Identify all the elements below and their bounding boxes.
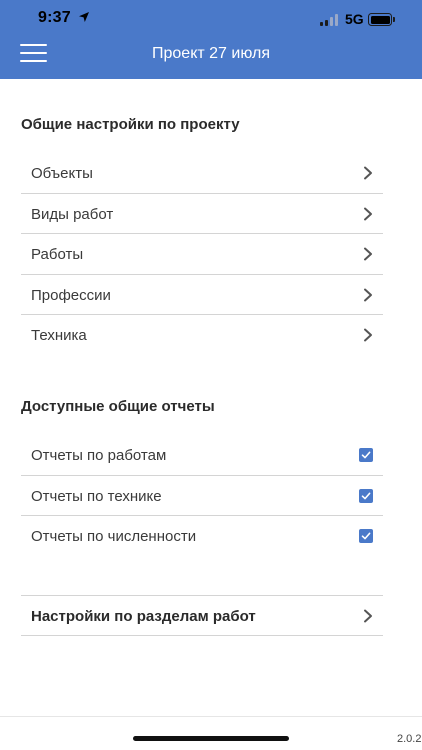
list-item-works[interactable]: Работы [21, 234, 383, 275]
list-item-objects[interactable]: Объекты [21, 153, 383, 194]
report-item-works[interactable]: Отчеты по работам [21, 435, 383, 476]
app-screen: 9:37 5G Проект 27 июля Общие настройки п… [0, 0, 422, 750]
page-title: Проект 27 июля [152, 45, 270, 62]
report-headcount-checkbox[interactable] [359, 529, 373, 543]
chevron-right-icon [364, 609, 372, 623]
general-settings-title: Общие настройки по проекту [21, 116, 240, 133]
list-item-label: Работы [31, 246, 84, 263]
report-equipment-checkbox[interactable] [359, 488, 373, 503]
general-settings-list: Объекты Виды работ Работы Профессии Техн… [21, 153, 383, 356]
nav-bar: Проект 27 июля [0, 34, 422, 79]
section-settings-item[interactable]: Настройки по разделам работ [21, 595, 383, 636]
section-settings-list: Настройки по разделам работ [21, 595, 383, 636]
list-item-label: Профессии [31, 286, 111, 304]
list-item-professions[interactable]: Профессии [21, 275, 383, 315]
app-version: 2.0.2 [397, 733, 422, 745]
list-item-label: Техника [31, 327, 87, 344]
network-type: 5G [345, 11, 364, 27]
list-item-work-types[interactable]: Виды работ [21, 194, 383, 234]
report-item-label: Отчеты по численности [31, 528, 197, 545]
section-settings-label: Настройки по разделам работ [31, 608, 256, 625]
checkmark-icon [361, 492, 371, 499]
list-item-equipment[interactable]: Техника [21, 315, 383, 356]
location-arrow-icon [79, 12, 89, 22]
chevron-right-icon [364, 328, 372, 342]
reports-title: Доступные общие отчеты [21, 398, 215, 415]
status-time: 9:37 [38, 9, 71, 26]
report-item-label: Отчеты по технике [31, 487, 162, 505]
report-works-checkbox[interactable] [359, 448, 373, 462]
battery-icon [368, 13, 396, 26]
checkmark-icon [361, 451, 371, 459]
status-bar: 9:37 5G [0, 0, 422, 34]
checkmark-icon [361, 532, 371, 540]
reports-list: Отчеты по работам Отчеты по технике Отче… [21, 435, 383, 557]
chevron-right-icon [364, 247, 372, 261]
header: 9:37 5G Проект 27 июля [0, 0, 422, 79]
chevron-right-icon [364, 288, 372, 301]
home-indicator[interactable] [133, 736, 289, 741]
chevron-right-icon [364, 207, 372, 220]
list-item-label: Виды работ [31, 205, 114, 223]
signal-bars-icon [320, 14, 340, 26]
list-item-label: Объекты [31, 165, 93, 182]
report-item-headcount[interactable]: Отчеты по численности [21, 516, 383, 557]
chevron-right-icon [364, 166, 372, 180]
report-item-equipment[interactable]: Отчеты по технике [21, 476, 383, 516]
bottom-divider [0, 716, 422, 717]
report-item-label: Отчеты по работам [31, 447, 167, 464]
